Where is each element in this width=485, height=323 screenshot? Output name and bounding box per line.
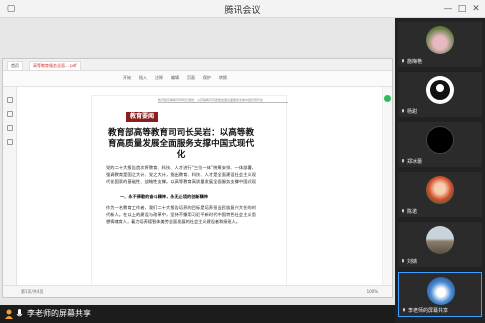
paragraph-2: 作为一名教育工作者，我们二十大报告培养的目标是培养担当民族复兴大任的时代新人。在… — [106, 205, 256, 224]
toolbar-convert[interactable]: 转换 — [219, 75, 227, 81]
toolbar-insert[interactable]: 插入 — [139, 75, 147, 81]
participant-name: 陈诺 — [407, 209, 418, 215]
meeting-window: 腾讯会议 ▢ — □ ✕ 首页 高等教育服务全面... pdf 开始 插入 注释… — [0, 0, 485, 323]
toolbar-page[interactable]: 页面 — [187, 75, 195, 81]
comment-icon[interactable] — [7, 125, 13, 131]
zoom-level[interactable]: 100% — [367, 289, 378, 294]
share-label: 李老师的屏幕共享 — [27, 309, 91, 318]
toolbar-edit[interactable]: 编辑 — [171, 75, 179, 81]
maximize-icon[interactable]: □ — [455, 2, 469, 16]
mic-icon — [402, 59, 404, 63]
mic-icon — [402, 159, 404, 163]
person-icon — [5, 309, 13, 319]
minimize-icon[interactable]: — — [441, 2, 455, 16]
avatar — [426, 76, 454, 104]
mic-icon — [403, 308, 405, 312]
mic-icon — [402, 259, 404, 263]
avatar — [426, 26, 454, 54]
tab-document[interactable]: 高等教育服务全面... pdf — [29, 61, 81, 70]
screen-share-area: 首页 高等教育服务全面... pdf 开始 插入 注释 编辑 页面 保护 转换 … — [0, 18, 395, 305]
title-bar: 腾讯会议 ▢ — □ ✕ — [0, 0, 485, 18]
participant-panel: 施梅艳 杨甜 郑冰蕾 陈诺 刘婧 李老师的屏幕共享 — [395, 18, 485, 323]
assistant-icon[interactable] — [384, 95, 391, 102]
participant-name: 施梅艳 — [407, 59, 423, 65]
participant-tile[interactable]: 施梅艳 — [398, 22, 482, 67]
participant-tile[interactable]: 杨甜 — [398, 72, 482, 117]
search-icon[interactable] — [7, 139, 13, 145]
page-header: 教育部高等教育司司长吴岩：以高等教育高质量发展全面服务支撑中国式现代化 — [158, 98, 288, 103]
doc-sidebar — [3, 87, 17, 287]
toolbar-start[interactable]: 开始 — [123, 75, 131, 81]
mic-icon — [16, 309, 23, 317]
doc-toolbar: 开始 插入 注释 编辑 页面 保护 转换 — [3, 71, 392, 87]
participant-tile[interactable]: 刘婧 — [398, 222, 482, 267]
logo-badge: 教育要闻 — [126, 112, 158, 122]
document-page: 教育部高等教育司司长吴岩：以高等教育高质量发展全面服务支撑中国式现代化 教育要闻… — [91, 95, 288, 295]
participant-tile[interactable]: 陈诺 — [398, 172, 482, 217]
mic-icon — [402, 209, 404, 213]
participant-name: 杨甜 — [407, 109, 418, 115]
toolbar-annotate[interactable]: 注释 — [155, 75, 163, 81]
avatar — [426, 226, 454, 254]
headline: 教育部高等教育司司长吴岩：以高等教育高质量发展全面服务支撑中国式现代化 — [107, 128, 255, 160]
paragraph-1: 党的二十大报告首次将教育、科技、人才进行“三位一体”统筹安排、一体部署，强调教育… — [106, 165, 256, 184]
mic-icon — [402, 109, 404, 113]
shield-icon[interactable]: ▢ — [4, 2, 18, 16]
thumbnail-icon[interactable] — [7, 97, 13, 103]
window-title: 腾讯会议 — [224, 6, 261, 16]
share-label-bar: 李老师的屏幕共享 — [0, 305, 395, 323]
tab-home[interactable]: 首页 — [7, 61, 23, 70]
avatar — [427, 277, 455, 305]
doc-statusbar: 第1页/共4页 100% — [3, 285, 392, 297]
participant-name: 李老师的屏幕共享 — [408, 308, 449, 314]
avatar — [426, 176, 454, 204]
participant-name: 郑冰蕾 — [407, 159, 423, 165]
close-icon[interactable]: ✕ — [469, 2, 483, 16]
page-indicator: 第1页/共4页 — [21, 289, 44, 294]
toolbar-protect[interactable]: 保护 — [203, 75, 211, 81]
section-title: 一、永不停歇的奋斗精神，永无止境的创新精神 — [120, 194, 208, 199]
participant-tile[interactable]: 郑冰蕾 — [398, 122, 482, 167]
participant-name: 刘婧 — [407, 259, 418, 265]
doc-right-toolbar — [382, 87, 392, 287]
doc-tabs: 首页 高等教育服务全面... pdf — [3, 59, 392, 71]
avatar — [426, 126, 454, 154]
pdf-viewer: 首页 高等教育服务全面... pdf 开始 插入 注释 编辑 页面 保护 转换 … — [2, 58, 393, 298]
bookmark-icon[interactable] — [7, 111, 13, 117]
participant-tile-active[interactable]: 李老师的屏幕共享 — [398, 272, 482, 317]
